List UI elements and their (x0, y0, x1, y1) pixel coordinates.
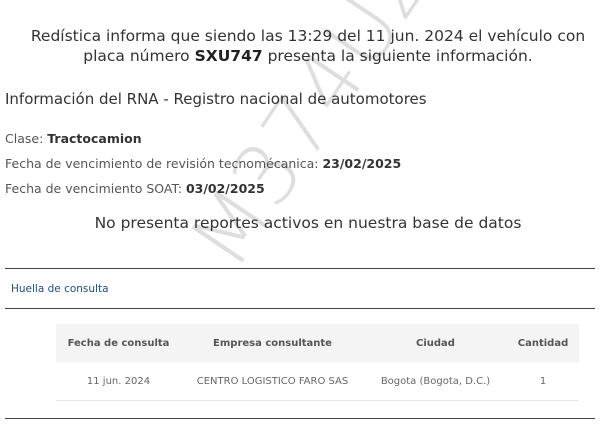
table-header-row: Fecha de consulta Empresa consultante Ci… (56, 324, 579, 362)
tecnomecanica-field: Fecha de vencimiento de revisión tecnomé… (5, 156, 401, 171)
divider (5, 308, 595, 309)
tecnomecanica-value: 23/02/2025 (322, 156, 402, 171)
column-header-fecha: Fecha de consulta (56, 324, 181, 362)
intro-suffix: presenta la siguiente información. (262, 47, 533, 65)
plate-number: SXU747 (194, 47, 263, 65)
column-header-ciudad: Ciudad (364, 324, 507, 362)
clase-value: Tractocamion (47, 131, 142, 146)
column-header-empresa: Empresa consultante (181, 324, 364, 362)
table-row: 11 jun. 2024 CENTRO LOGISTICO FARO SAS B… (56, 362, 579, 401)
cell-fecha: 11 jun. 2024 (56, 362, 181, 401)
divider (5, 268, 595, 269)
consultas-table: Fecha de consulta Empresa consultante Ci… (56, 324, 579, 401)
clase-label: Clase: (5, 131, 48, 146)
soat-label: Fecha de vencimiento SOAT: (5, 181, 186, 196)
rna-section-title: Información del RNA - Registro nacional … (5, 90, 427, 108)
column-header-cantidad: Cantidad (507, 324, 579, 362)
soat-field: Fecha de vencimiento SOAT: 03/02/2025 (5, 181, 265, 196)
cell-ciudad: Bogota (Bogota, D.C.) (364, 362, 507, 401)
huella-title: Huella de consulta (11, 283, 109, 295)
intro-text: Redística informa que siendo las 13:29 d… (20, 26, 596, 66)
no-reports-notice: No presenta reportes activos en nuestra … (94, 214, 522, 232)
cell-cantidad: 1 (507, 362, 579, 401)
cell-empresa: CENTRO LOGISTICO FARO SAS (181, 362, 364, 401)
clase-field: Clase: Tractocamion (5, 131, 142, 146)
tecnomecanica-label: Fecha de vencimiento de revisión tecnomé… (5, 156, 323, 171)
soat-value: 03/02/2025 (185, 181, 265, 196)
divider (5, 418, 595, 419)
